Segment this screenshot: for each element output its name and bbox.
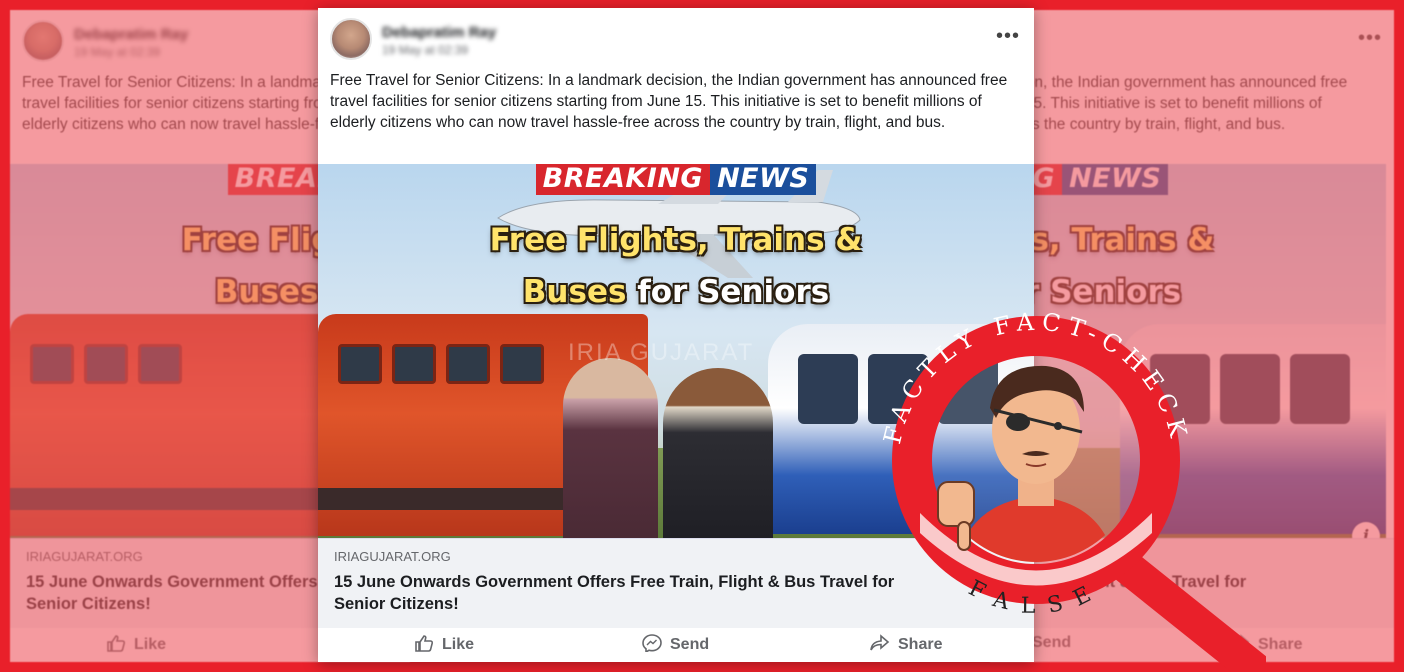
post-timestamp[interactable]: 19 May at 02:39 xyxy=(74,45,160,59)
more-options-icon[interactable]: ••• xyxy=(1358,28,1382,48)
breaking-news-banner: BREAKINGNEWS xyxy=(990,164,1386,195)
like-button[interactable]: Like xyxy=(106,634,166,654)
senior-woman-figure xyxy=(563,358,658,538)
avatar[interactable] xyxy=(22,20,64,62)
messenger-icon xyxy=(642,634,662,652)
fact-check-stamp: FACTLY FACT-CHECK FALSE xyxy=(878,308,1266,672)
image-headline-line1: Free Flights, Trains & xyxy=(489,222,863,258)
image-headline-line2: Buses for Seniors xyxy=(990,274,1182,310)
thumbs-up-icon xyxy=(107,635,126,652)
post-text: Free Travel for Senior Citizens: In a la… xyxy=(330,72,1008,131)
image-watermark: IRIA GUJARAT xyxy=(568,339,755,366)
link-title[interactable]: 15 June Onwards Government Offers Free T… xyxy=(334,571,934,615)
like-button[interactable]: Like xyxy=(414,634,474,654)
author-name[interactable]: Debapratim Ray xyxy=(74,26,188,43)
train-illustration xyxy=(10,314,340,536)
thumbs-up-icon xyxy=(415,635,434,652)
post-text: Free Travel for Senior Citizens: In a la… xyxy=(990,74,1348,133)
magnifier-handle xyxy=(1099,541,1266,672)
image-headline-line2: Buses for Seniors xyxy=(522,274,830,310)
post-timestamp[interactable]: 19 May at 02:39 xyxy=(382,43,468,57)
senior-man-figure xyxy=(663,368,773,538)
link-domain: IRIAGUJARAT.ORG xyxy=(26,549,143,564)
author-name[interactable]: Debapratim Ray xyxy=(382,24,496,41)
fact-check-collage: Debapratim Ray 19 May at 02:39 Free Trav… xyxy=(0,0,1404,672)
more-options-icon[interactable]: ••• xyxy=(996,26,1020,46)
avatar[interactable] xyxy=(330,18,372,60)
link-domain: IRIAGUJARAT.ORG xyxy=(334,549,451,564)
breaking-news-banner: BREAKINGNEWS xyxy=(318,164,1034,195)
post-header: Debapratim Ray 19 May at 02:39 ••• xyxy=(330,18,1022,68)
send-button[interactable]: Send xyxy=(642,634,709,654)
image-headline-line1: Free Flights, Trains & xyxy=(990,222,1215,258)
